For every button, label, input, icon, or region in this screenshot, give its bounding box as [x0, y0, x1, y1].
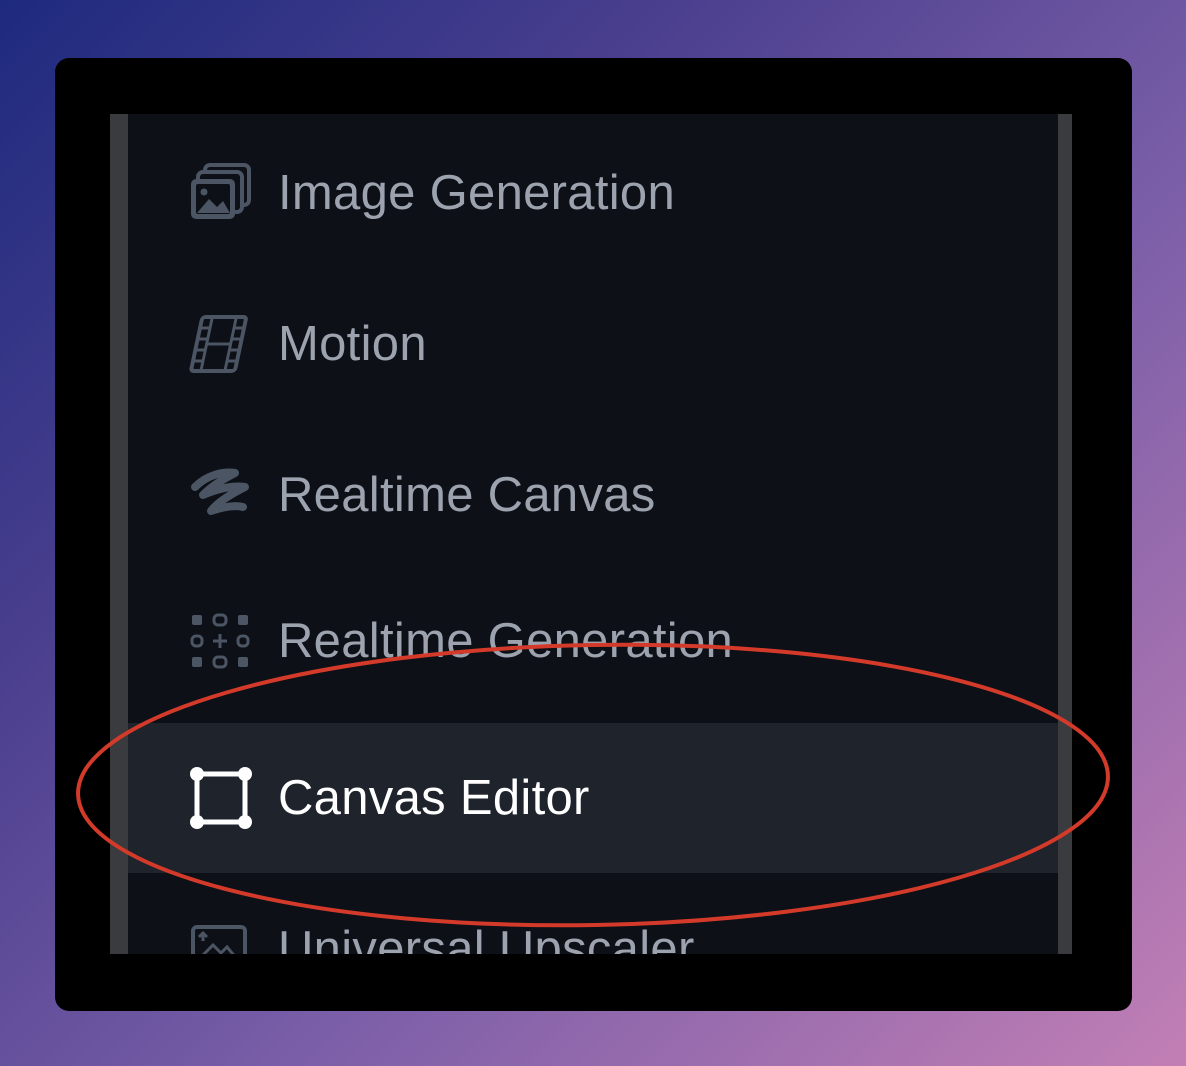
sidebar-item-motion[interactable]: Motion	[128, 269, 1058, 419]
sidebar-left-border	[110, 114, 128, 954]
sidebar-item-label: Universal Upscaler	[278, 922, 695, 954]
sidebar-item-universal-upscaler[interactable]: Universal Upscaler	[128, 874, 1058, 954]
sidebar-panel: Image Generation Motion Realtime Canvas …	[110, 114, 1072, 954]
bounding-box-icon	[188, 765, 254, 831]
sidebar-item-image-generation[interactable]: Image Generation	[128, 118, 1058, 268]
upscale-image-icon	[188, 916, 254, 954]
dot-grid-icon	[188, 608, 254, 674]
image-stack-icon	[188, 160, 254, 226]
scribble-icon	[188, 462, 254, 528]
sidebar-menu: Image Generation Motion Realtime Canvas …	[128, 114, 1058, 954]
sidebar-item-label: Realtime Generation	[278, 614, 734, 668]
sidebar-item-canvas-editor[interactable]: Canvas Editor	[128, 723, 1058, 873]
sidebar-item-label: Canvas Editor	[278, 771, 590, 825]
sidebar-item-label: Realtime Canvas	[278, 468, 656, 522]
sidebar-item-label: Motion	[278, 317, 427, 371]
sidebar-item-realtime-canvas[interactable]: Realtime Canvas	[128, 420, 1058, 570]
sidebar-item-label: Image Generation	[278, 166, 676, 220]
film-icon	[188, 311, 254, 377]
scrollbar-track[interactable]	[1058, 114, 1072, 954]
sidebar-item-realtime-generation[interactable]: Realtime Generation	[128, 566, 1058, 716]
